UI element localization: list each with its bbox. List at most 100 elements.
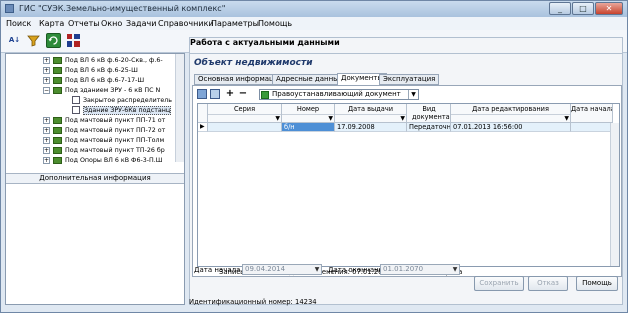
left-pane: + Под ВЛ 6 кВ ф.6-20-Скв., ф.6- + Под ВЛ… [5,53,185,305]
documents-panel: + − Правоустанавливающий документ ▼ Сери… [192,85,622,277]
expand-icon[interactable]: + [43,77,50,84]
object-panel: Объект недвижимости Основная информация … [189,53,623,305]
tree-item[interactable]: Закрытое распределитель [6,96,184,105]
menu-settings[interactable]: Параметры [211,19,259,28]
sort-icon[interactable]: A↓ [7,33,22,48]
chevron-down-icon: ▼ [400,115,405,122]
end-date-field[interactable]: 01.01.2070 ▼ [380,264,460,275]
additional-info-header: Дополнительная информация [6,173,184,184]
menu-tasks[interactable]: Задачи [126,19,156,28]
expand-icon[interactable]: + [43,127,50,134]
menu-reports[interactable]: Отчеты [68,19,100,28]
tree-item[interactable]: + Под ВЛ 6 кВ ф.6-7-17-Ш [6,76,184,85]
document-icon [72,96,80,104]
expand-icon[interactable]: + [43,67,50,74]
tree-item-selected[interactable]: Здание ЗРУ-6Кв подстанц [6,106,184,115]
expand-icon[interactable]: + [43,147,50,154]
remove-icon[interactable]: − [238,89,248,99]
filter-icon[interactable] [26,33,41,48]
chevron-down-icon: ▼ [328,115,333,122]
cell-start-date[interactable] [571,123,613,132]
tree-item[interactable]: + Под мачтовый пункт ПП-Толм [6,136,184,145]
end-date-label: Дата окончания [328,266,388,274]
title-bar: ГИС "СУЭК.Земельно-имущественный комплек… [1,1,627,17]
tab-operation[interactable]: Эксплуатация [379,74,440,85]
window-title: ГИС "СУЭК.Земельно-имущественный комплек… [19,4,226,13]
documents-grid: Серия ▼ Номер ▼ Дата выдачи ▼ Вид докуме… [197,103,620,267]
menu-window[interactable]: Окно [101,19,122,28]
app-icon [5,4,14,13]
add-icon[interactable]: + [225,89,235,99]
column-header-start-date[interactable]: Дата начала действия документа [571,104,613,123]
tree-vertical-scrollbar[interactable] [175,54,184,162]
collapse-icon[interactable]: − [43,87,50,94]
chevron-down-icon[interactable]: ▼ [451,265,459,274]
help-button[interactable]: Помощь [576,276,618,291]
filter-dropdown[interactable]: ▼ [335,114,406,122]
object-tabs: Основная информация Адресные данные Доку… [192,73,622,86]
column-header-number[interactable]: Номер ▼ [282,104,335,123]
folder-icon [53,77,62,84]
cell-issue-date[interactable]: 17.09.2008 [335,123,407,132]
chevron-down-icon: ▼ [564,115,569,122]
maximize-button[interactable]: □ [572,2,594,15]
tab-address[interactable]: Адресные данные [272,74,347,85]
chevron-down-icon[interactable]: ▼ [313,265,321,274]
menu-help[interactable]: Помощь [258,19,292,28]
filter-dropdown[interactable]: ▼ [451,114,570,122]
document-icon [72,106,80,114]
minimize-button[interactable]: _ [549,2,571,15]
column-header-edit-date[interactable]: Дата редактирования ▼ [451,104,571,123]
tree-item[interactable]: + Под мачтовый пункт ПП-72 от [6,126,184,135]
chevron-down-icon: ▼ [275,115,280,122]
document-type-icon [261,91,269,99]
column-header-doc-kind[interactable]: Вид документа [407,104,451,123]
identification-number: Идентификационный номер: 14234 [189,298,317,306]
tree-item[interactable]: + Под ВЛ 6 кВ ф.6-25-Ш [6,66,184,75]
grid-vertical-scrollbar[interactable] [610,123,619,266]
table-icon[interactable] [197,89,207,99]
object-title: Объект недвижимости [194,58,313,68]
column-header-series[interactable]: Серия ▼ [208,104,282,123]
cancel-button[interactable]: Отказ [528,276,568,291]
folder-icon [53,127,62,134]
refresh-icon[interactable] [46,33,61,48]
hierarchy-icon[interactable] [66,33,81,48]
tree-item[interactable]: + Под мачтовый пункт ТП-26 бр [6,146,184,155]
expand-icon[interactable]: + [43,117,50,124]
menu-map[interactable]: Карта [39,19,64,28]
row-indicator-header [198,104,208,123]
expand-icon[interactable]: + [43,157,50,164]
tree-item[interactable]: + Под Опоры ВЛ 6 кВ Ф6-3-П.Ш [6,156,184,165]
folder-icon [53,87,62,94]
cell-doc-kind[interactable]: Передаточный [407,123,451,132]
document-type-select[interactable]: Правоустанавливающий документ ▼ [259,89,419,100]
start-date-field[interactable]: 09.04.2014 ▼ [242,264,322,275]
toolbar: A↓ Работа с актуальными данными [1,30,627,289]
save-button[interactable]: Сохранить [474,276,524,291]
folder-icon [53,57,62,64]
edit-icon[interactable] [210,89,220,99]
folder-icon [53,137,62,144]
validity-dates: Дата начала 09.04.2014 ▼ Дата окончания … [194,264,624,276]
app-window: ГИС "СУЭК.Земельно-имущественный комплек… [0,0,628,313]
tree-item[interactable]: + Под мачтовый пункт ПП-71 от [6,116,184,125]
object-tree: + Под ВЛ 6 кВ ф.6-20-Скв., ф.6- + Под ВЛ… [6,54,184,170]
expand-icon[interactable]: + [43,137,50,144]
close-button[interactable]: ✕ [595,2,623,15]
cell-number[interactable]: б/н [282,123,335,132]
tree-item[interactable]: + Под ВЛ 6 кВ ф.6-20-Скв., ф.6- [6,56,184,65]
filter-dropdown[interactable]: ▼ [282,114,334,122]
chevron-down-icon[interactable]: ▼ [408,90,418,99]
folder-icon [53,147,62,154]
folder-icon [53,157,62,164]
row-pointer-icon: ▶ [198,123,208,132]
cell-series[interactable] [208,123,282,132]
menu-directories[interactable]: Справочники [158,19,214,28]
cell-edit-date[interactable]: 07.01.2013 16:56:00 [451,123,571,132]
expand-icon[interactable]: + [43,57,50,64]
column-header-issue-date[interactable]: Дата выдачи ▼ [335,104,407,123]
menu-search[interactable]: Поиск [6,19,31,28]
tree-item[interactable]: − Под зданием ЗРУ - 6 кВ ПС N [6,86,184,95]
filter-dropdown[interactable]: ▼ [208,114,281,122]
